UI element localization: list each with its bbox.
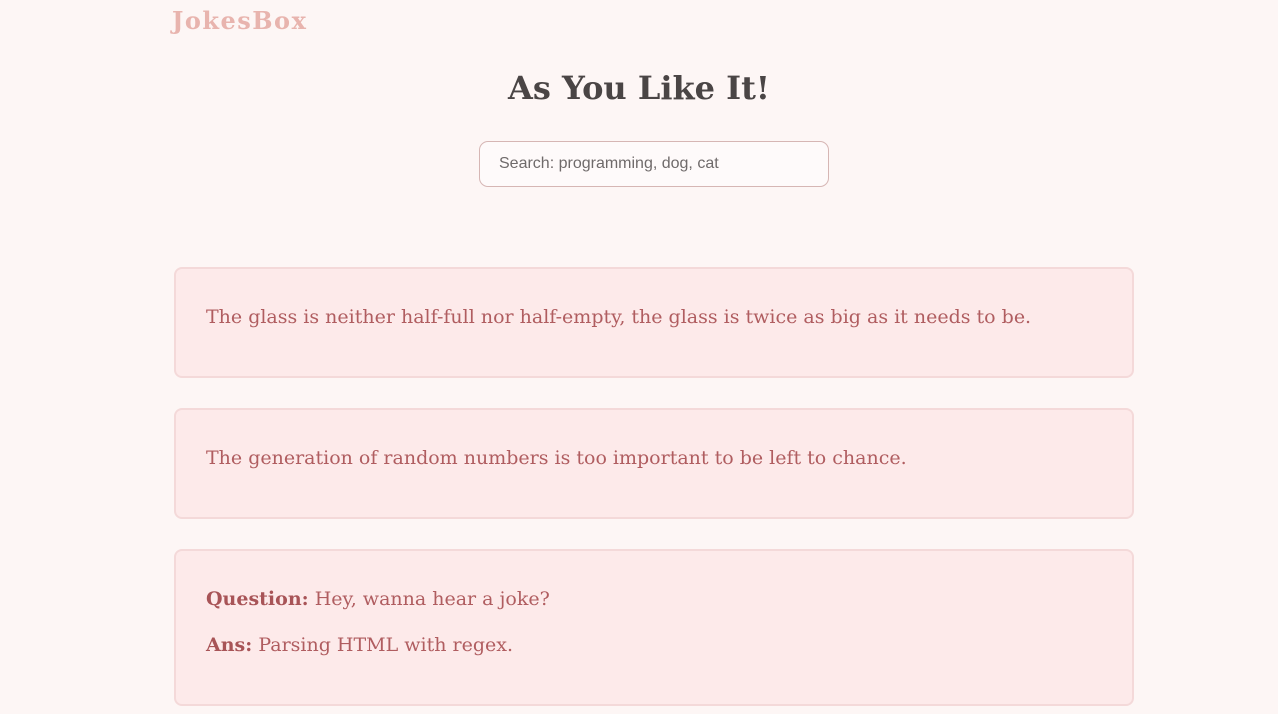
question-label: Question: [206,588,309,610]
answer-label: Ans: [206,634,253,656]
joke-text: The glass is neither half-full nor half-… [206,306,1032,328]
question-text: Hey, wanna hear a joke? [314,588,550,610]
joke-card: Question: Hey, wanna hear a joke? Ans: P… [174,549,1134,706]
answer-text: Parsing HTML with regex. [258,634,514,656]
joke-question: Question: Hey, wanna hear a joke? [206,586,550,612]
page-title: As You Like It! [508,69,770,107]
joke-answer: Ans: Parsing HTML with regex. [206,632,513,658]
joke-card: The glass is neither half-full nor half-… [174,267,1134,378]
logo-link[interactable]: JokesBox [172,4,307,38]
search-input[interactable] [479,141,829,187]
joke-text: The generation of random numbers is too … [206,447,907,469]
joke-card: The generation of random numbers is too … [174,408,1134,519]
